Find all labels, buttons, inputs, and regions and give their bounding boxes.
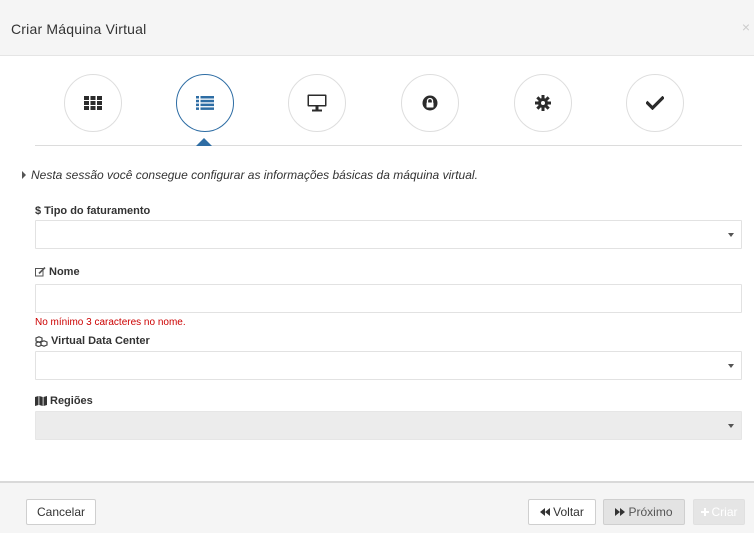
billing-type-select[interactable] <box>35 220 742 249</box>
forward-icon <box>615 508 626 516</box>
section-description-text: Nesta sessão você consegue configurar as… <box>31 168 478 182</box>
caret-right-icon <box>22 171 26 179</box>
modal-header: Criar Máquina Virtual × <box>0 0 754 56</box>
create-button[interactable]: Criar <box>693 499 745 525</box>
wizard-steps <box>35 66 742 146</box>
grid-icon <box>84 96 102 110</box>
name-label-text: Nome <box>49 266 80 278</box>
name-label: Nome <box>35 266 80 278</box>
next-button[interactable]: Próximo <box>603 499 685 525</box>
billing-type-label-text: Tipo do faturamento <box>44 205 151 217</box>
section-description: Nesta sessão você consegue configurar as… <box>22 168 478 182</box>
cancel-button-label: Cancelar <box>36 505 86 519</box>
back-button[interactable]: Voltar <box>528 499 596 525</box>
billing-type-label: $ Tipo do faturamento <box>35 205 150 217</box>
monitor-icon <box>307 94 327 112</box>
regions-label-text: Regiões <box>50 395 93 407</box>
back-button-label: Voltar <box>553 505 584 519</box>
edit-icon <box>35 267 46 277</box>
gear-icon <box>535 95 551 111</box>
vdc-label: Virtual Data Center <box>35 335 150 347</box>
list-icon <box>196 96 214 110</box>
step-lock[interactable] <box>401 74 459 132</box>
next-button-label: Próximo <box>628 505 673 519</box>
vdc-label-text: Virtual Data Center <box>51 335 150 347</box>
step-monitor[interactable] <box>288 74 346 132</box>
plus-icon <box>700 508 709 516</box>
lock-icon <box>422 95 438 111</box>
modal-footer: Cancelar Voltar Próximo Criar <box>0 481 754 533</box>
close-icon[interactable]: × <box>742 20 750 34</box>
name-input[interactable] <box>35 284 742 313</box>
backward-icon <box>540 508 551 516</box>
map-icon <box>35 396 47 406</box>
step-grid[interactable] <box>64 74 122 132</box>
regions-label: Regiões <box>35 395 93 407</box>
vdc-select[interactable] <box>35 351 742 380</box>
dollar-icon: $ <box>35 205 42 217</box>
active-step-pointer <box>196 138 212 146</box>
cubes-icon <box>35 335 48 347</box>
cancel-button[interactable]: Cancelar <box>26 499 96 525</box>
modal-title: Criar Máquina Virtual <box>11 21 147 37</box>
name-error-message: No mínimo 3 caracteres no nome. <box>35 317 186 328</box>
step-settings[interactable] <box>514 74 572 132</box>
checkmark-icon <box>646 96 664 110</box>
step-confirm[interactable] <box>626 74 684 132</box>
step-list[interactable] <box>176 74 234 132</box>
regions-select[interactable] <box>35 411 742 440</box>
create-button-label: Criar <box>711 505 738 519</box>
